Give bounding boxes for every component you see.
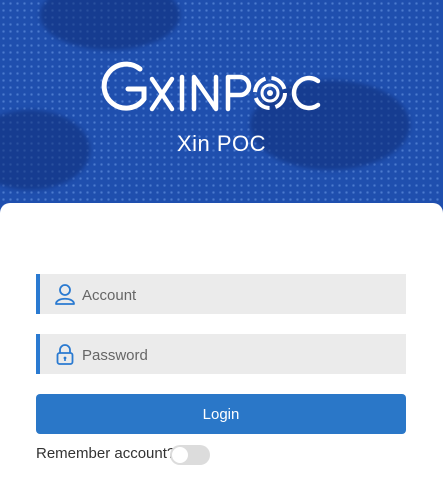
user-icon [55,284,75,305]
login-button[interactable]: Login [36,394,406,434]
account-field[interactable] [36,274,406,316]
header-banner: Xin POC [0,0,443,215]
remember-account-toggle[interactable] [170,445,210,465]
toggle-knob [172,447,188,463]
app-subtitle: Xin POC [176,131,267,156]
password-field[interactable] [36,334,406,376]
gxinpoc-logo [101,61,321,112]
remember-account-label: Remember account? [36,445,176,462]
password-input[interactable] [80,334,404,376]
lock-icon [56,344,74,365]
account-input[interactable] [80,274,404,316]
